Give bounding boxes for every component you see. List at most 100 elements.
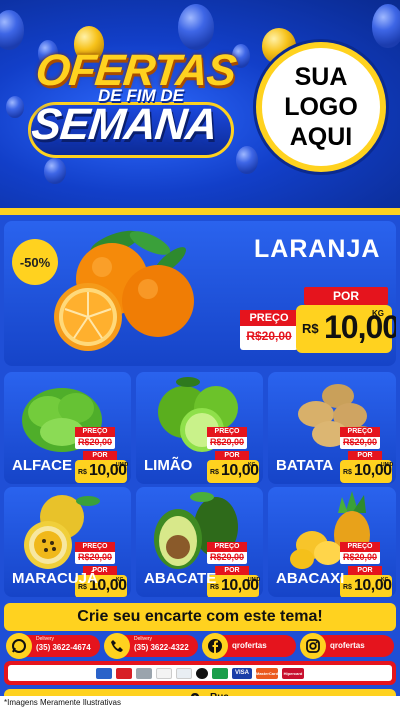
old-price: R$20,00 bbox=[342, 552, 378, 562]
featured-product-card: -50% LARANJA PREÇO R$20,00 POR R$ 10,00 … bbox=[4, 221, 396, 366]
por-label: POR bbox=[215, 451, 249, 460]
balloon-decoration bbox=[178, 4, 214, 50]
old-price-tag: PREÇO R$20,00 bbox=[75, 542, 115, 564]
old-price-tag: PREÇO R$20,00 bbox=[207, 542, 247, 564]
card-logo-icon bbox=[212, 667, 228, 679]
header-stripe bbox=[0, 208, 400, 215]
old-price-tag: PREÇO R$20,00 bbox=[75, 427, 115, 449]
product-card: PREÇO R$20,00 POR R$ 10,00 KG ABACAXI bbox=[268, 487, 396, 597]
price-value: 10,00 bbox=[324, 309, 396, 345]
product-name: LARANJA bbox=[254, 235, 381, 263]
product-card: PREÇO R$20,00 POR R$ 10,00 UNID ABACATE bbox=[136, 487, 263, 597]
price-unit: KG bbox=[116, 577, 124, 583]
price-unit: UNID bbox=[248, 577, 261, 583]
product-name: ABACATE bbox=[144, 570, 217, 587]
price-unit: UNID bbox=[381, 462, 394, 468]
orange-image bbox=[54, 230, 194, 351]
offers-panel: -50% LARANJA PREÇO R$20,00 POR R$ 10,00 … bbox=[0, 215, 400, 711]
price-box: R$ 10,00 KG bbox=[340, 575, 392, 597]
card-logo-icon bbox=[96, 667, 112, 679]
new-price-tag: POR R$ 10,00 KG bbox=[296, 287, 396, 357]
old-price: R$20,00 bbox=[246, 329, 292, 343]
price-unit: KG bbox=[372, 309, 384, 318]
product-card: PREÇO R$20,00 POR R$ 10,00 UNID BATATA bbox=[268, 372, 396, 484]
currency: R$ bbox=[210, 469, 219, 476]
por-label: POR bbox=[348, 451, 382, 460]
currency: R$ bbox=[78, 469, 87, 476]
whatsapp-icon bbox=[6, 633, 32, 659]
logo-text-line: SUA bbox=[294, 63, 348, 91]
phone-contact[interactable]: Delivery (35) 3622-4322 bbox=[104, 633, 198, 659]
old-price-tag: PREÇO R$20,00 bbox=[207, 427, 247, 449]
preco-label: PREÇO bbox=[75, 427, 115, 437]
new-price-tag: POR R$ 10,00 KG bbox=[207, 451, 259, 483]
instagram-handle: qrofertas bbox=[330, 641, 365, 650]
old-price: R$20,00 bbox=[209, 552, 245, 562]
old-price: R$20,00 bbox=[77, 552, 113, 562]
whatsapp-number: (35) 3622-4674 bbox=[36, 643, 91, 652]
hipercard-logo: Hipercard bbox=[282, 667, 304, 679]
old-price-tag: PREÇO R$20,00 bbox=[340, 542, 380, 564]
payment-logos: VISA MasterCard Hipercard bbox=[8, 665, 392, 681]
product-name: ABACAXI bbox=[276, 570, 345, 587]
old-price: R$20,00 bbox=[342, 437, 378, 447]
footer: *Imagens Meramente Ilustrativas bbox=[0, 696, 400, 711]
cta-banner[interactable]: Crie seu encarte com este tema! bbox=[4, 603, 396, 631]
product-name: BATATA bbox=[276, 457, 334, 474]
logo-text-line: LOGO bbox=[284, 93, 358, 121]
new-price-tag: POR R$ 10,00 UNID bbox=[340, 451, 394, 483]
facebook-handle: qrofertas bbox=[232, 641, 267, 650]
card-logo-icon bbox=[136, 667, 152, 679]
whatsapp-contact[interactable]: Delivery (35) 3622-4674 bbox=[6, 633, 100, 659]
price-unit: KG bbox=[381, 577, 389, 583]
mastercard-logo: MasterCard bbox=[256, 667, 278, 679]
card-logo-icon bbox=[156, 667, 172, 679]
balloon-decoration bbox=[236, 146, 258, 174]
product-card: PREÇO R$20,00 POR R$ 10,00 KG MARACUJÁ bbox=[4, 487, 131, 597]
new-price-tag: POR R$ 10,00 KG bbox=[340, 566, 392, 597]
phone-number: (35) 3622-4322 bbox=[134, 643, 189, 652]
visa-logo: VISA bbox=[232, 667, 252, 679]
new-price-tag: POR R$ 10,00 UNID bbox=[75, 451, 129, 483]
por-label: POR bbox=[83, 451, 117, 460]
logo-placeholder: SUA LOGO AQUI bbox=[256, 42, 386, 172]
card-logo-icon bbox=[196, 667, 208, 679]
phone-icon bbox=[104, 633, 130, 659]
preco-label: PREÇO bbox=[207, 542, 247, 552]
preco-label: PREÇO bbox=[75, 542, 115, 552]
old-price: R$20,00 bbox=[209, 437, 245, 447]
header-banner: OFERTAS DE FIM DE SEMANA SUA LOGO AQUI bbox=[0, 0, 400, 215]
instagram-icon bbox=[300, 633, 326, 659]
por-label: POR bbox=[304, 287, 388, 305]
card-logo-icon bbox=[116, 667, 132, 679]
balloon-decoration bbox=[44, 158, 66, 184]
price-box: R$ 10,00 UNID bbox=[340, 460, 394, 483]
payment-methods-bar: VISA MasterCard Hipercard bbox=[4, 661, 396, 685]
por-label: POR bbox=[348, 566, 382, 575]
currency: R$ bbox=[302, 321, 319, 336]
product-name: LIMÃO bbox=[144, 457, 193, 474]
instagram-contact[interactable]: qrofertas bbox=[300, 633, 394, 659]
balloon-decoration bbox=[0, 10, 24, 50]
price-unit: UNID bbox=[116, 462, 129, 468]
contacts-bar: Delivery (35) 3622-4674 Delivery (35) 36… bbox=[4, 633, 396, 659]
old-price-tag: PREÇO R$20,00 bbox=[240, 310, 298, 350]
facebook-icon bbox=[202, 633, 228, 659]
product-card: PREÇO R$20,00 POR R$ 10,00 KG LIMÃO bbox=[136, 372, 263, 484]
promo-title: OFERTAS DE FIM DE SEMANA bbox=[28, 46, 238, 161]
preco-label: PREÇO bbox=[340, 427, 380, 437]
balloon-decoration bbox=[372, 4, 400, 48]
delivery-label: Delivery bbox=[36, 636, 55, 642]
product-card: PREÇO R$20,00 POR R$ 10,00 UNID ALFACE bbox=[4, 372, 131, 484]
logo-text-line: AQUI bbox=[289, 123, 353, 151]
balloon-decoration bbox=[6, 96, 24, 118]
por-label: POR bbox=[215, 566, 249, 575]
old-price-tag: PREÇO R$20,00 bbox=[340, 427, 380, 449]
product-name: ALFACE bbox=[12, 457, 72, 474]
card-logo-icon bbox=[176, 667, 192, 679]
price-unit: KG bbox=[248, 462, 256, 468]
old-price: R$20,00 bbox=[77, 437, 113, 447]
price-box: R$ 10,00 KG bbox=[207, 460, 259, 483]
facebook-contact[interactable]: qrofertas bbox=[202, 633, 296, 659]
preco-label: PREÇO bbox=[240, 310, 298, 326]
